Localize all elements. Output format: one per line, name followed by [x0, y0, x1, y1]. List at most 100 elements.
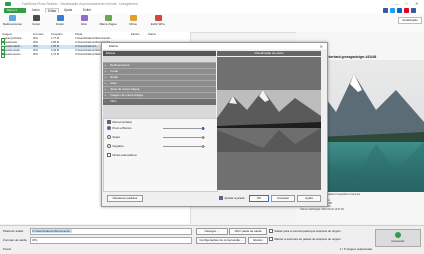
row-size: 1,56 M	[51, 45, 59, 49]
radio-icon	[107, 144, 112, 149]
output-folder-label: Pasta de saída	[3, 229, 24, 233]
browse-button[interactable]: Navegar ...	[196, 228, 228, 235]
filters-icon	[129, 15, 137, 21]
watermark-label: Marca d'água	[99, 22, 117, 26]
status-left: Pronto	[3, 247, 12, 251]
row-size: 2,05 M	[51, 41, 59, 45]
effects-bottom-button[interactable]: Efeitos	[248, 237, 268, 244]
filters-button[interactable]: Filtros	[124, 15, 142, 26]
maximize-button[interactable]: □	[405, 1, 407, 6]
expand-icon: +	[104, 63, 107, 67]
convert-icon	[395, 231, 401, 238]
share-icon[interactable]	[411, 7, 416, 13]
effect-label: Cortar	[110, 69, 119, 73]
effect-label: Girar	[110, 81, 117, 85]
sepia-slider[interactable]	[163, 135, 205, 139]
pinterest-icon[interactable]	[404, 7, 409, 13]
output-folder-value: C:\Users\Gokmen\Documents\...	[32, 229, 73, 233]
effect-label: Filtro	[110, 99, 117, 103]
fit-window-checkbox[interactable]: Ajustar à janela	[219, 196, 244, 201]
negative-slider[interactable]	[163, 144, 205, 148]
reset-defaults-button[interactable]: Restaurar padrões	[107, 195, 143, 202]
row-size: 1,77 M	[51, 37, 59, 41]
output-folder-field[interactable]: C:\Users\Gokmen\Documents\...	[30, 228, 192, 235]
twitter-icon[interactable]	[390, 7, 395, 13]
auto-levels-checkbox[interactable]: Níveis automáticos	[107, 153, 137, 158]
auto-levels-label: Níveis automáticos	[112, 153, 137, 157]
rotate-button[interactable]: Rodar	[51, 15, 69, 26]
checkbox-icon	[269, 229, 274, 234]
tab-editar[interactable]: Editar	[45, 8, 60, 13]
column-header-format[interactable]: Formato	[33, 32, 43, 36]
minimize-button[interactable]: —	[395, 1, 399, 6]
effect-preview-header: Visualização de efeito	[217, 51, 321, 56]
keep-structure-label: Manter a estrutura de pastas de arquivos…	[274, 237, 341, 241]
monochrome-label: Monocromático	[112, 120, 133, 124]
dialog-title: Efeitos	[109, 44, 119, 49]
row-format: JPG	[33, 49, 39, 53]
expand-icon: +	[104, 81, 107, 85]
expand-icon: +	[104, 87, 107, 91]
radio-label: Sépia	[112, 135, 120, 139]
linkedin-icon[interactable]	[397, 7, 402, 13]
radio-icon	[107, 135, 112, 140]
column-header-effects[interactable]: Efeitos	[131, 32, 140, 36]
view-icon	[154, 15, 162, 21]
effect-label: Imagem de marca d'água	[110, 93, 143, 97]
output-format-label: Formato de saída	[3, 238, 27, 242]
help-button[interactable]: Ajuda	[297, 195, 321, 202]
meta-line: Última modificação: 2021-09-22 13:07:09	[300, 208, 344, 211]
column-header-status[interactable]: Status	[148, 32, 156, 36]
row-path: C:\Users\Gokmen\Documents\...	[75, 37, 113, 41]
tab-ajuda[interactable]: Ajuda	[64, 8, 72, 12]
effects-label: Efeit	[81, 22, 87, 26]
watermark-button[interactable]: Marca d'água	[99, 15, 117, 26]
keep-structure-checkbox[interactable]: Manter a estrutura de pastas de arquivos…	[269, 237, 341, 242]
resize-icon	[8, 15, 16, 21]
cancel-button[interactable]: Cancelar	[271, 195, 295, 202]
rotate-label: Rodar	[56, 22, 64, 26]
view-button[interactable]: Exibir WO+	[149, 15, 167, 26]
slider-thumb[interactable]	[202, 135, 204, 139]
facebook-icon[interactable]	[383, 7, 388, 13]
row-format: JPG	[33, 53, 39, 57]
main-menu-button[interactable]: Menu ▾	[4, 7, 26, 13]
radio-negative[interactable]: Negativo	[107, 144, 124, 149]
open-output-folder-button[interactable]: Abrir pasta de saída	[229, 228, 267, 235]
radio-sepia[interactable]: Sépia	[107, 135, 120, 140]
row-format: JPG	[33, 45, 39, 49]
convert-button[interactable]: Converter	[375, 229, 421, 247]
close-button[interactable]: ✕	[415, 1, 418, 6]
dialog-close-button[interactable]: ✕	[320, 44, 323, 49]
tab-inicio[interactable]: Início	[32, 8, 40, 12]
row-path: C:\Users\Gokmen\...	[75, 45, 99, 49]
slider-thumb[interactable]	[202, 144, 204, 148]
compression-settings-button[interactable]: Configurações de compressão...	[196, 237, 246, 244]
effect-preview-image	[217, 90, 321, 152]
tab-exibir[interactable]: Exibir	[83, 8, 91, 12]
expand-icon: +	[104, 93, 107, 97]
column-header-folder[interactable]: Pasta	[75, 32, 82, 36]
expand-icon: +	[104, 69, 107, 73]
effect-label: Rodar	[110, 75, 119, 79]
bw-slider[interactable]	[163, 126, 205, 130]
resize-button[interactable]: Redimensionar	[3, 15, 22, 26]
effect-item-filter[interactable]: − Filtro	[103, 98, 216, 105]
update-button[interactable]: Atualização	[398, 17, 422, 24]
crop-button[interactable]: Cortar	[27, 15, 45, 26]
effects-button[interactable]: Efeit	[75, 15, 93, 26]
output-format-select[interactable]: JPG	[30, 237, 192, 244]
slider-thumb[interactable]	[202, 126, 204, 130]
same-folder-checkbox[interactable]: Salvar para a mesma pasta que arquivos d…	[269, 229, 341, 234]
view-label: Exibir WO+	[150, 22, 166, 26]
dialog-title-bar: Efeitos ✕	[102, 43, 327, 49]
effects-header: Efeitos	[103, 51, 216, 56]
row-name: pexels-simon...	[5, 53, 23, 57]
column-header-image[interactable]: Imagem	[2, 32, 12, 36]
monochrome-checkbox[interactable]: Monocromático	[107, 120, 133, 125]
effect-label: Redimensionar	[110, 63, 130, 67]
convert-label: Converter	[391, 238, 405, 243]
radio-black-white[interactable]: Preto e Branco	[107, 126, 132, 131]
ok-button[interactable]: OK	[249, 195, 269, 202]
column-header-size[interactable]: Tamanho	[51, 32, 63, 36]
